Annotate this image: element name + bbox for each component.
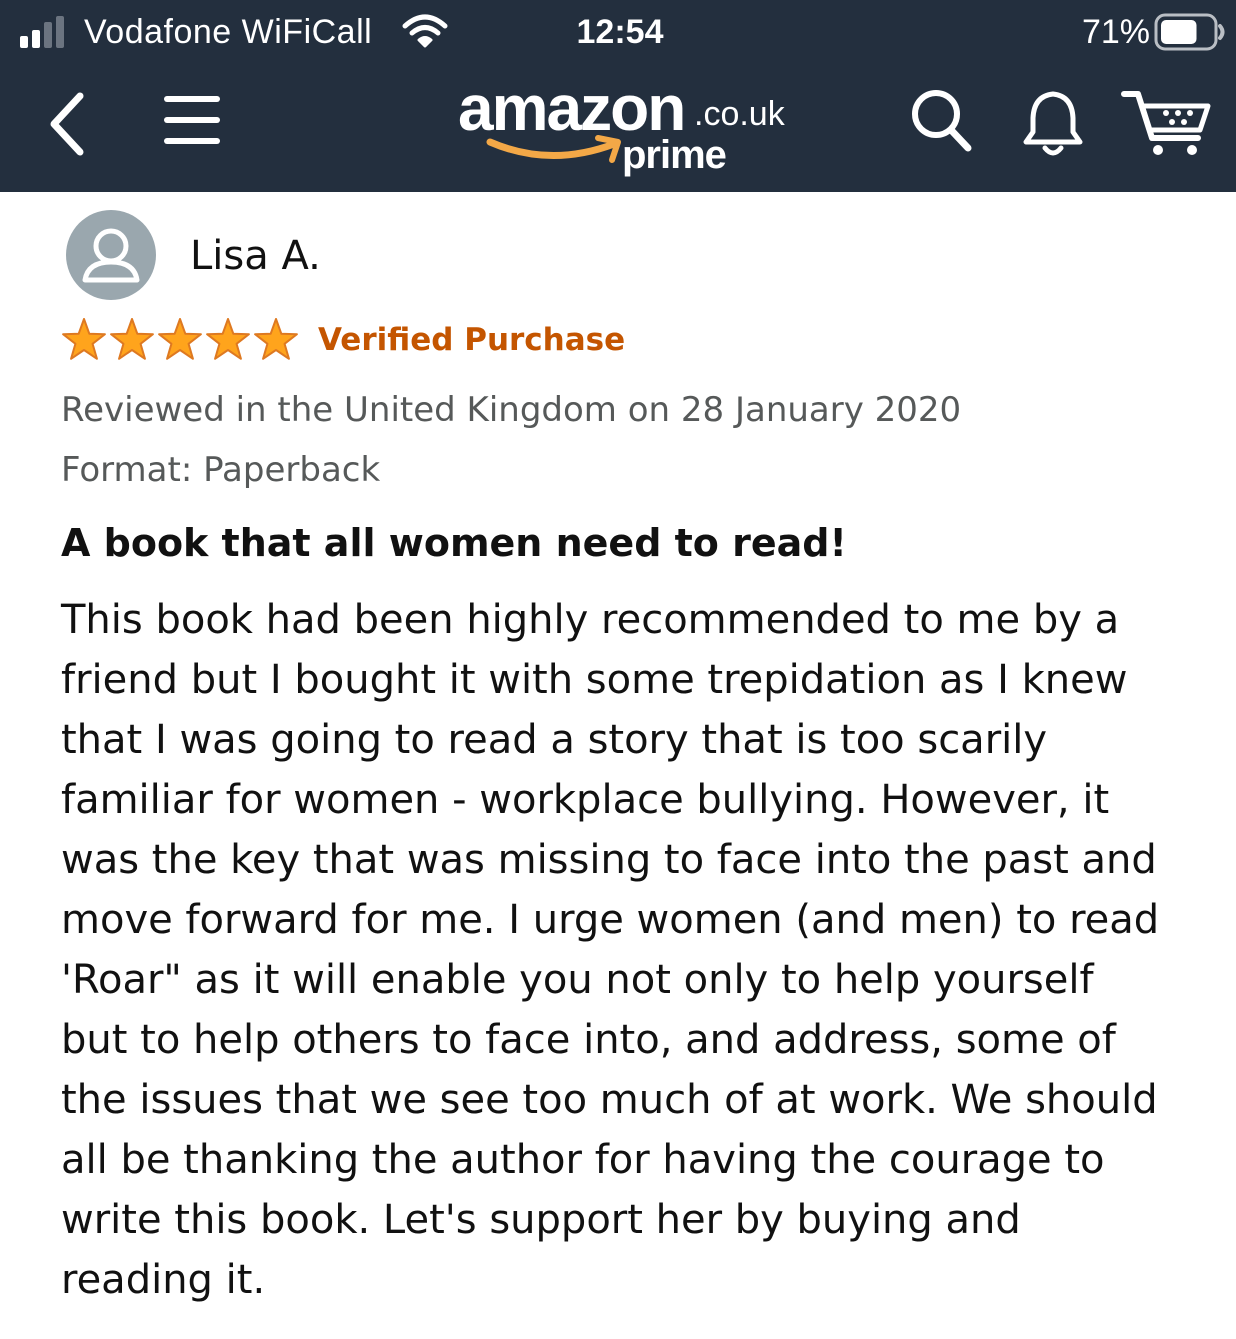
review-body-line: that I was going to read a story that is… xyxy=(61,717,1048,763)
navigation-bar: amazon .co.uk prime xyxy=(0,64,1236,192)
amazon-prime-logo[interactable]: amazon .co.uk prime xyxy=(450,70,800,186)
search-icon[interactable] xyxy=(908,86,974,154)
review-body-line: friend but I bought it with some trepida… xyxy=(61,657,1128,703)
cellular-signal-icon xyxy=(20,14,76,48)
battery-percent: 71% xyxy=(1081,13,1150,51)
star-rating xyxy=(62,318,298,360)
logo-prime: prime xyxy=(622,133,727,177)
review-body-line: write this book. Let's support her by bu… xyxy=(61,1197,1021,1243)
review-body-line: the issues that we see too much of at wo… xyxy=(61,1077,1158,1123)
verified-purchase-badge: Verified Purchase xyxy=(318,322,626,358)
star-icon xyxy=(206,318,250,360)
star-icon xyxy=(62,318,106,360)
wifi-icon xyxy=(402,14,448,48)
review-body-line: 'Roar" as it will enable you not only to… xyxy=(61,957,1094,1003)
carrier-name: Vodafone WiFiCall xyxy=(84,13,373,51)
back-arrow-icon[interactable] xyxy=(40,86,94,162)
status-bar: Vodafone WiFiCall 12:54 71% xyxy=(0,0,1236,64)
status-time: 12:54 xyxy=(576,13,664,51)
review-body-line: This book had been highly recommended to… xyxy=(61,597,1120,643)
review-body-line: move forward for me. I urge women (and m… xyxy=(61,897,1160,943)
star-icon xyxy=(158,318,202,360)
review-body-line: was the key that was missing to face int… xyxy=(61,837,1157,883)
star-icon xyxy=(254,318,298,360)
review-body-line: reading it. xyxy=(61,1257,266,1303)
top-bar: Vodafone WiFiCall 12:54 71% amazon .co.u… xyxy=(0,0,1236,192)
review-body: This book had been highly recommended to… xyxy=(61,590,1201,1310)
user-silhouette-icon xyxy=(82,228,140,283)
review-body-line: but to help others to face into, and add… xyxy=(61,1017,1116,1063)
review-body-line: all be thanking the author for having th… xyxy=(61,1137,1105,1183)
review-title: A book that all women need to read! xyxy=(61,521,847,565)
hamburger-menu-icon[interactable] xyxy=(160,92,224,148)
cart-icon[interactable] xyxy=(1120,86,1214,158)
bell-icon[interactable] xyxy=(1020,88,1086,160)
star-icon xyxy=(110,318,154,360)
review-date-location: Reviewed in the United Kingdom on 28 Jan… xyxy=(61,390,962,430)
reviewer-name[interactable]: Lisa A. xyxy=(190,232,321,280)
avatar[interactable] xyxy=(66,210,156,300)
review-body-line: familiar for women - workplace bullying.… xyxy=(61,777,1110,823)
battery-icon xyxy=(1154,13,1225,51)
amazon-smile-icon xyxy=(486,135,621,163)
review-format: Format: Paperback xyxy=(61,450,381,490)
